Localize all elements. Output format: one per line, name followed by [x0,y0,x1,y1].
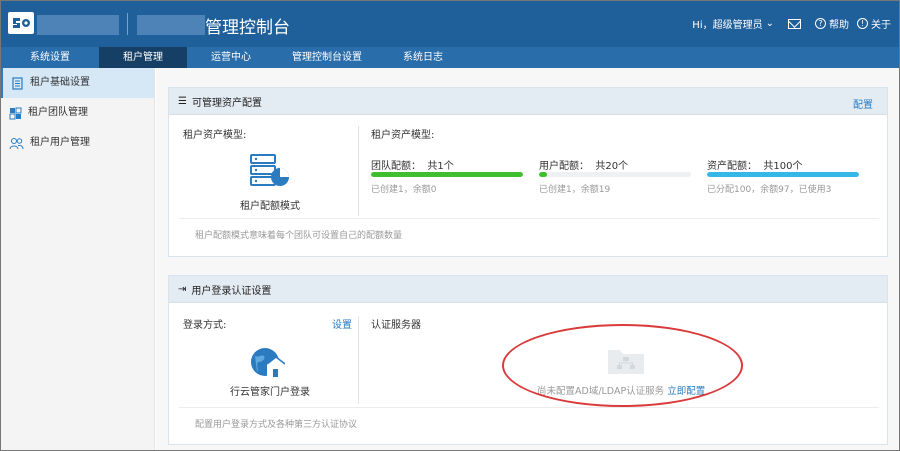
team-quota-title: 团队配额： 共1个 [371,161,454,172]
user-greeting: Hi，超级管理员 [692,20,763,31]
login-panel-header: ⇥ 用户登录认证设置 [169,276,887,303]
brand-name-redacted [37,15,119,35]
quota-mode-label: 租户配额模式 [240,201,300,212]
asset-panel-title: 可管理资产配置 [191,97,262,109]
sidebar: 租户基础设置 租户团队管理 租户用户管理 [1,68,155,450]
asset-panel-header: ☰ 可管理资产配置 配置 [169,88,887,115]
asset-quota-detail: 已分配100，余额97，已使用3 [707,185,832,195]
app-window: 管理控制台 Hi，超级管理员 ⌄ ? 帮助 ! 关于 系统设置 租户管理 运营中… [0,0,900,451]
panel-divider [179,218,879,219]
info-icon: ! [857,18,868,29]
folder-network-icon [608,350,644,374]
user-quota-title: 用户配额： 共20个 [539,161,629,172]
grid-icon [9,107,22,119]
document-icon [12,76,23,90]
about-label: 关于 [871,20,891,31]
app-logo-icon [8,12,34,34]
login-settings-link[interactable]: 设置 [332,316,352,331]
main-nav: 系统设置 租户管理 运营中心 管理控制台设置 系统日志 [1,47,899,68]
page-title: 管理控制台 [205,18,290,38]
message-button[interactable] [788,18,801,29]
users-icon [9,137,24,149]
column-divider [358,316,359,404]
asset-quota-progress [707,172,859,177]
nav-system-log[interactable]: 系统日志 [379,47,467,68]
list-icon: ☰ [178,95,187,107]
team-quota-progress [371,172,523,177]
sidebar-item-tenant-basic[interactable]: 租户基础设置 [1,68,154,98]
about-button[interactable]: ! 关于 [857,16,891,31]
asset-quota-progress-fill [707,172,859,177]
tenant-asset-model-label-right: 租户资产模型: [371,130,435,141]
login-method-note: 配置用户登录方式及各种第三方认证协议 [195,420,358,430]
config-link[interactable]: 配置 [853,96,873,111]
user-quota-detail: 已创建1，余额19 [539,185,611,195]
sidebar-item-label: 租户用户管理 [30,137,90,148]
asset-quota-title: 资产配额： 共100个 [707,161,803,172]
nav-tenant-management[interactable]: 租户管理 [99,47,187,68]
nav-system-settings[interactable]: 系统设置 [1,47,99,68]
top-header: 管理控制台 Hi，超级管理员 ⌄ ? 帮助 ! 关于 [1,1,899,47]
tenant-asset-model-label: 租户资产模型: [183,130,247,141]
login-method-name: 行云管家门户登录 [230,387,310,398]
configure-now-link[interactable]: 立即配置 [667,386,705,397]
panel-divider [179,407,879,408]
login-panel-title: 用户登录认证设置 [191,285,272,297]
auth-server-label: 认证服务器 [371,320,421,331]
user-menu[interactable]: Hi，超级管理员 ⌄ [692,16,774,31]
auth-empty-message: 尚未配置AD域/LDAP认证服务 立即配置 [537,386,706,397]
server-chart-icon [250,154,289,186]
main-content: ☰ 可管理资产配置 配置 租户资产模型: 租户配额模式 租户资产模型: 团队配额… [156,68,899,450]
nav-console-settings[interactable]: 管理控制台设置 [275,47,379,68]
team-quota-progress-fill [371,172,523,177]
sidebar-item-label: 租户团队管理 [28,107,88,118]
login-method-label: 登录方式: [183,320,227,331]
brand-separator [127,13,128,35]
user-quota-progress [539,172,691,177]
sidebar-item-tenant-team[interactable]: 租户团队管理 [1,98,154,128]
header-actions: Hi，超级管理员 ⌄ ? 帮助 ! 关于 [692,16,891,31]
mail-icon [788,18,801,29]
help-icon: ? [815,18,826,29]
help-button[interactable]: ? 帮助 [815,16,849,31]
asset-config-panel: ☰ 可管理资产配置 配置 租户资产模型: 租户配额模式 租户资产模型: 团队配额… [168,87,888,257]
globe-home-icon [251,348,285,377]
nav-operations-center[interactable]: 运营中心 [187,47,275,68]
column-divider [358,126,359,216]
brand-prefix-redacted [137,15,205,35]
sidebar-item-label: 租户基础设置 [30,77,90,88]
login-icon: ⇥ [178,283,187,295]
chevron-down-icon: ⌄ [765,18,774,29]
login-auth-panel: ⇥ 用户登录认证设置 登录方式: 设置 行云管家门户登录 认证服务器 尚未配置A… [168,275,888,445]
team-quota-detail: 已创建1，余额0 [371,185,437,195]
user-quota-progress-fill [539,172,547,177]
sidebar-item-tenant-users[interactable]: 租户用户管理 [1,128,154,158]
help-label: 帮助 [829,20,849,31]
quota-mode-note: 租户配额模式意味着每个团队可设置自己的配额数量 [195,231,403,241]
